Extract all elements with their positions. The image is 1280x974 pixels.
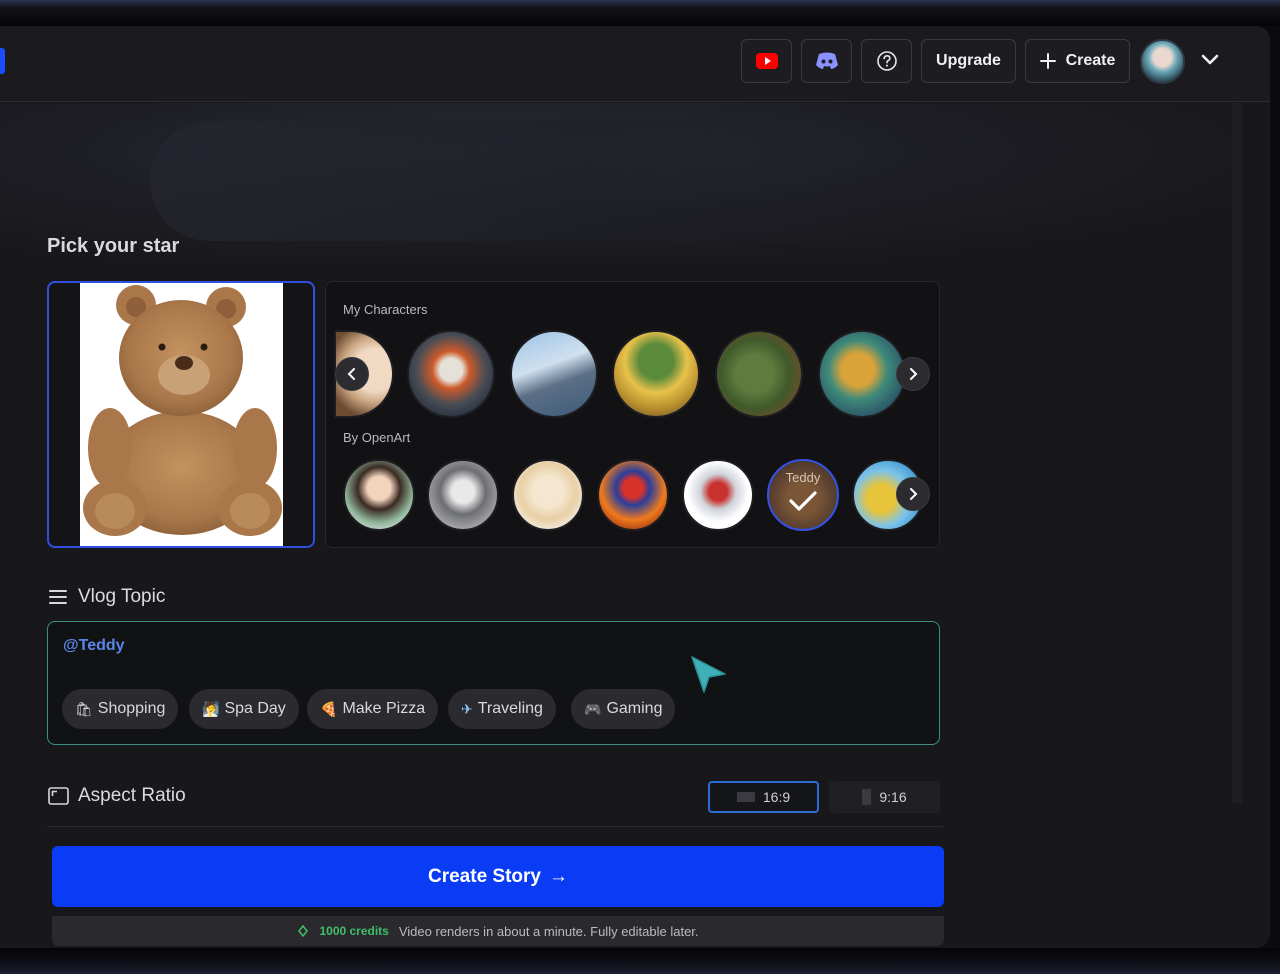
app-window: Upgrade Create Pick your star My Charact… [0,26,1270,948]
discord-icon [815,52,838,69]
screen-bottom-edge [0,948,1280,974]
hero-decoration [150,121,870,241]
airplane-icon: ✈ [461,700,473,717]
create-story-button[interactable]: Create Story → [52,846,944,907]
my-character-fish[interactable] [818,330,906,418]
teddy-bear-image [80,283,283,546]
credits-gem-icon [298,925,309,937]
ratio-label: 9:16 [879,789,907,805]
discord-button[interactable] [801,39,852,83]
youtube-icon [755,53,778,69]
credits-note: Video renders in about a minute. Fully e… [398,923,699,939]
top-bar: Upgrade Create [0,26,1270,102]
pick-star-title: Pick your star [47,235,180,257]
chip-label: Shopping [97,700,166,717]
openart-next[interactable] [896,477,930,511]
openart-character-girl[interactable] [343,459,415,531]
my-character-robot[interactable] [407,330,495,418]
credits-amount: 1000 credits [319,924,389,938]
ratio-9-16-option[interactable]: 9:16 [829,781,940,813]
gamepad-icon: 🎮 [584,700,602,717]
credits-info: 1000 credits Video renders in about a mi… [52,916,944,946]
topic-chip-traveling[interactable]: ✈ Traveling [448,689,556,729]
scrollbar[interactable] [1232,103,1242,803]
plus-icon [1039,53,1056,69]
my-character-banana[interactable] [612,330,700,418]
chip-label: Make Pizza [342,700,426,717]
selected-character-name: Teddy [785,470,821,485]
youtube-button[interactable] [741,39,792,83]
openart-character-ultraman[interactable] [682,459,754,531]
upgrade-button[interactable]: Upgrade [921,39,1016,83]
by-openart-label: By OpenArt [343,430,411,445]
arrow-right-icon: → [549,865,568,887]
topic-chip-shopping[interactable]: 🛍 Shopping [62,689,179,729]
pizza-icon: 🍕 [320,700,338,717]
section-divider [47,826,943,827]
character-mention: @Teddy [63,637,125,654]
selected-star-card[interactable] [47,281,315,548]
screen-top-edge [0,0,1280,26]
chevron-left-icon [347,368,355,380]
brand-logo-sliver[interactable] [0,48,5,74]
my-characters-next[interactable] [896,357,930,391]
chevron-right-icon [910,488,918,500]
cursor-pointer-icon [691,656,726,693]
openart-character-teddy-selected[interactable]: Teddy [767,459,839,531]
landscape-ratio-icon [736,792,755,802]
chip-label: Traveling [477,700,543,717]
my-characters-prev[interactable] [335,357,369,391]
chip-label: Spa Day [224,700,286,717]
create-label: Create [1065,52,1116,69]
my-character-elephant[interactable] [715,330,803,418]
shopping-bag-icon: 🛍 [75,700,93,717]
aspect-ratio-icon [48,787,69,805]
user-avatar[interactable] [1140,39,1185,84]
my-characters-label: My Characters [343,302,428,317]
upgrade-label: Upgrade [936,52,1001,69]
openart-character-cat[interactable] [512,459,584,531]
topic-chip-spa-day[interactable]: 🧖 Spa Day [189,689,299,729]
create-button[interactable]: Create [1025,39,1130,83]
chip-label: Gaming [606,700,663,717]
topic-chip-gaming[interactable]: 🎮 Gaming [571,689,676,729]
spa-icon: 🧖 [202,700,220,717]
character-picker: My Characters By OpenArt Teddy [325,281,940,548]
vlog-topic-input[interactable]: @Teddy 🛍 Shopping 🧖 Spa Day 🍕 Make Pizza… [47,621,940,745]
create-story-label: Create Story [428,865,541,887]
checkmark-icon [789,491,817,511]
help-icon [876,51,897,71]
menu-lines-icon [49,590,67,604]
ratio-label: 16:9 [762,789,791,805]
openart-character-penguin[interactable] [427,459,499,531]
help-button[interactable] [861,39,912,83]
my-character-aircraft[interactable] [510,330,598,418]
ratio-16-9-option[interactable]: 16:9 [708,781,819,813]
vlog-topic-title: Vlog Topic [78,586,166,607]
portrait-ratio-icon [862,789,872,805]
chevron-right-icon [910,368,918,380]
aspect-ratio-title: Aspect Ratio [78,785,186,806]
topic-chip-make-pizza[interactable]: 🍕 Make Pizza [307,689,439,729]
chevron-down-icon[interactable] [1199,49,1221,71]
openart-character-hero[interactable] [597,459,669,531]
